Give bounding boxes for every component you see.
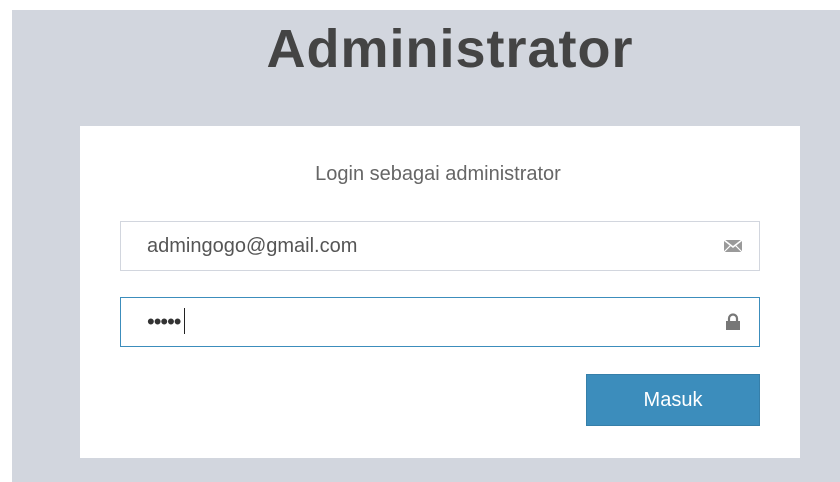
page-title: Administrator (266, 19, 634, 79)
password-masked-text: ••••• (147, 309, 182, 334)
lock-icon (723, 313, 743, 331)
email-field-value[interactable]: admingogo@gmail.com (147, 222, 357, 270)
password-field-value[interactable]: ••••• (147, 298, 185, 346)
login-box-message: Login sebagai administrator (315, 163, 561, 185)
password-field[interactable]: ••••• (120, 297, 760, 347)
envelope-icon (723, 237, 743, 255)
email-field[interactable]: admingogo@gmail.com (120, 221, 760, 271)
masuk-button[interactable]: Masuk (586, 374, 760, 426)
text-caret (183, 308, 185, 335)
login-box: Login sebagai administrator admingogo@gm… (80, 126, 800, 458)
